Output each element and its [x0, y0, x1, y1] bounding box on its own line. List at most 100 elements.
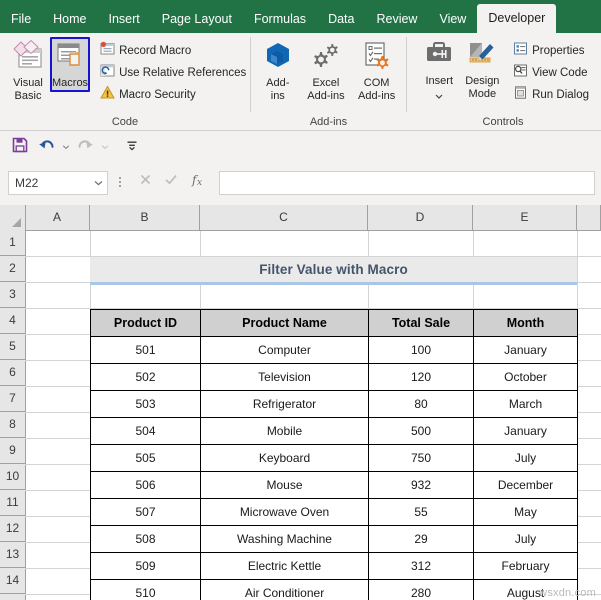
ribbon-tab-insert[interactable]: Insert [98, 5, 151, 33]
table-cell[interactable]: Keyboard [200, 444, 369, 472]
table-header-cell[interactable]: Total Sale [368, 309, 474, 337]
row-header-11[interactable]: 11 [0, 490, 25, 516]
macro-security-button[interactable]: Macro Security [98, 84, 250, 106]
table-cell[interactable]: January [473, 417, 578, 445]
ribbon-tab-developer[interactable]: Developer [477, 4, 557, 33]
table-cell[interactable]: 503 [90, 390, 201, 418]
row-header-6[interactable]: 6 [0, 360, 25, 386]
ribbon-tab-review[interactable]: Review [365, 5, 428, 33]
row-header-10[interactable]: 10 [0, 464, 25, 490]
table-cell[interactable]: 29 [368, 525, 474, 553]
table-cell[interactable]: 312 [368, 552, 474, 580]
column-header-B[interactable]: B [90, 205, 200, 230]
enter-icon[interactable] [164, 173, 178, 191]
table-cell[interactable]: Mobile [200, 417, 369, 445]
ribbon-tab-home[interactable]: Home [42, 5, 97, 33]
sheet-title-cell[interactable]: Filter Value with Macro [90, 257, 577, 285]
chevron-down-icon[interactable] [434, 87, 444, 105]
table-header-cell[interactable]: Month [473, 309, 578, 337]
insert-control-button[interactable]: Insert [419, 37, 460, 108]
table-cell[interactable]: December [473, 471, 578, 499]
row-header-5[interactable]: 5 [0, 334, 25, 360]
redo-button[interactable] [73, 135, 97, 159]
table-cell[interactable]: 510 [90, 579, 201, 600]
table-cell[interactable]: 504 [90, 417, 201, 445]
formula-bar-grip[interactable] [115, 173, 125, 191]
table-cell[interactable]: 509 [90, 552, 201, 580]
column-header-C[interactable]: C [200, 205, 368, 230]
table-cell[interactable]: July [473, 525, 578, 553]
design-mode-button[interactable]: Design Mode [460, 37, 506, 103]
table-cell[interactable]: Electric Kettle [200, 552, 369, 580]
undo-dropdown[interactable] [60, 135, 71, 159]
table-cell[interactable]: 750 [368, 444, 474, 472]
visual-basic-button[interactable]: Visual Basic [10, 37, 46, 105]
ribbon-tab-view[interactable]: View [428, 5, 477, 33]
table-cell[interactable]: 100 [368, 336, 474, 364]
table-cell[interactable]: 280 [368, 579, 474, 600]
row-header-8[interactable]: 8 [0, 412, 25, 438]
table-cell[interactable]: Refrigerator [200, 390, 369, 418]
table-cell[interactable]: 501 [90, 336, 201, 364]
row-header-14[interactable]: 14 [0, 568, 25, 594]
table-header-cell[interactable]: Product ID [90, 309, 201, 337]
ribbon-tab-page-layout[interactable]: Page Layout [151, 5, 243, 33]
row-header-9[interactable]: 9 [0, 438, 25, 464]
table-cell[interactable]: Air Conditioner [200, 579, 369, 600]
table-cell[interactable]: Microwave Oven [200, 498, 369, 526]
select-all-corner[interactable] [0, 205, 26, 230]
formula-input[interactable] [219, 171, 595, 195]
column-header-partial[interactable] [577, 205, 601, 230]
cancel-icon[interactable] [139, 173, 152, 191]
insert-function-icon[interactable]: f x [191, 173, 207, 192]
table-cell[interactable]: Mouse [200, 471, 369, 499]
addins-button[interactable]: Add- ins [257, 37, 299, 105]
undo-button[interactable] [34, 135, 58, 159]
table-cell[interactable]: 55 [368, 498, 474, 526]
table-cell[interactable]: 80 [368, 390, 474, 418]
table-cell[interactable]: July [473, 444, 578, 472]
com-addins-button[interactable]: COM Add-ins [353, 37, 400, 105]
table-cell[interactable]: 120 [368, 363, 474, 391]
row-header-2[interactable]: 2 [0, 256, 25, 282]
row-header-7[interactable]: 7 [0, 386, 25, 412]
view-code-button[interactable]: View Code [511, 62, 593, 84]
column-header-D[interactable]: D [368, 205, 473, 230]
table-cell[interactable]: 505 [90, 444, 201, 472]
table-cell[interactable]: 507 [90, 498, 201, 526]
row-header-3[interactable]: 3 [0, 282, 25, 308]
table-cell[interactable]: Television [200, 363, 369, 391]
record-macro-button[interactable]: Record Macro [98, 40, 250, 62]
macros-button[interactable]: Macros [50, 37, 91, 92]
ribbon-tab-file[interactable]: File [0, 5, 42, 33]
row-header-13[interactable]: 13 [0, 542, 25, 568]
customize-quick-access-toolbar-button[interactable] [120, 135, 144, 159]
table-cell[interactable]: 508 [90, 525, 201, 553]
redo-dropdown[interactable] [99, 135, 110, 159]
row-header-4[interactable]: 4 [0, 308, 25, 334]
run-dialog-button[interactable]: Run Dialog [511, 84, 593, 106]
table-cell[interactable]: 502 [90, 363, 201, 391]
name-box[interactable]: M22 [8, 171, 108, 195]
table-cell[interactable]: Washing Machine [200, 525, 369, 553]
table-cell[interactable]: 506 [90, 471, 201, 499]
table-cell[interactable]: January [473, 336, 578, 364]
table-header-cell[interactable]: Product Name [200, 309, 369, 337]
table-cell[interactable]: 932 [368, 471, 474, 499]
name-box-dropdown-icon[interactable] [89, 180, 107, 186]
table-cell[interactable]: Computer [200, 336, 369, 364]
row-header-12[interactable]: 12 [0, 516, 25, 542]
excel-addins-button[interactable]: Excel Add-ins [303, 37, 350, 105]
use-relative-references-button[interactable]: Use Relative References [98, 62, 250, 84]
table-cell[interactable]: March [473, 390, 578, 418]
save-button[interactable] [8, 135, 32, 159]
table-cell[interactable]: May [473, 498, 578, 526]
column-header-E[interactable]: E [473, 205, 577, 230]
properties-button[interactable]: Properties [511, 40, 593, 62]
table-cell[interactable]: October [473, 363, 578, 391]
column-header-A[interactable]: A [25, 205, 90, 230]
table-cell[interactable]: February [473, 552, 578, 580]
row-header-1[interactable]: 1 [0, 230, 25, 256]
ribbon-tab-formulas[interactable]: Formulas [243, 5, 317, 33]
table-cell[interactable]: 500 [368, 417, 474, 445]
